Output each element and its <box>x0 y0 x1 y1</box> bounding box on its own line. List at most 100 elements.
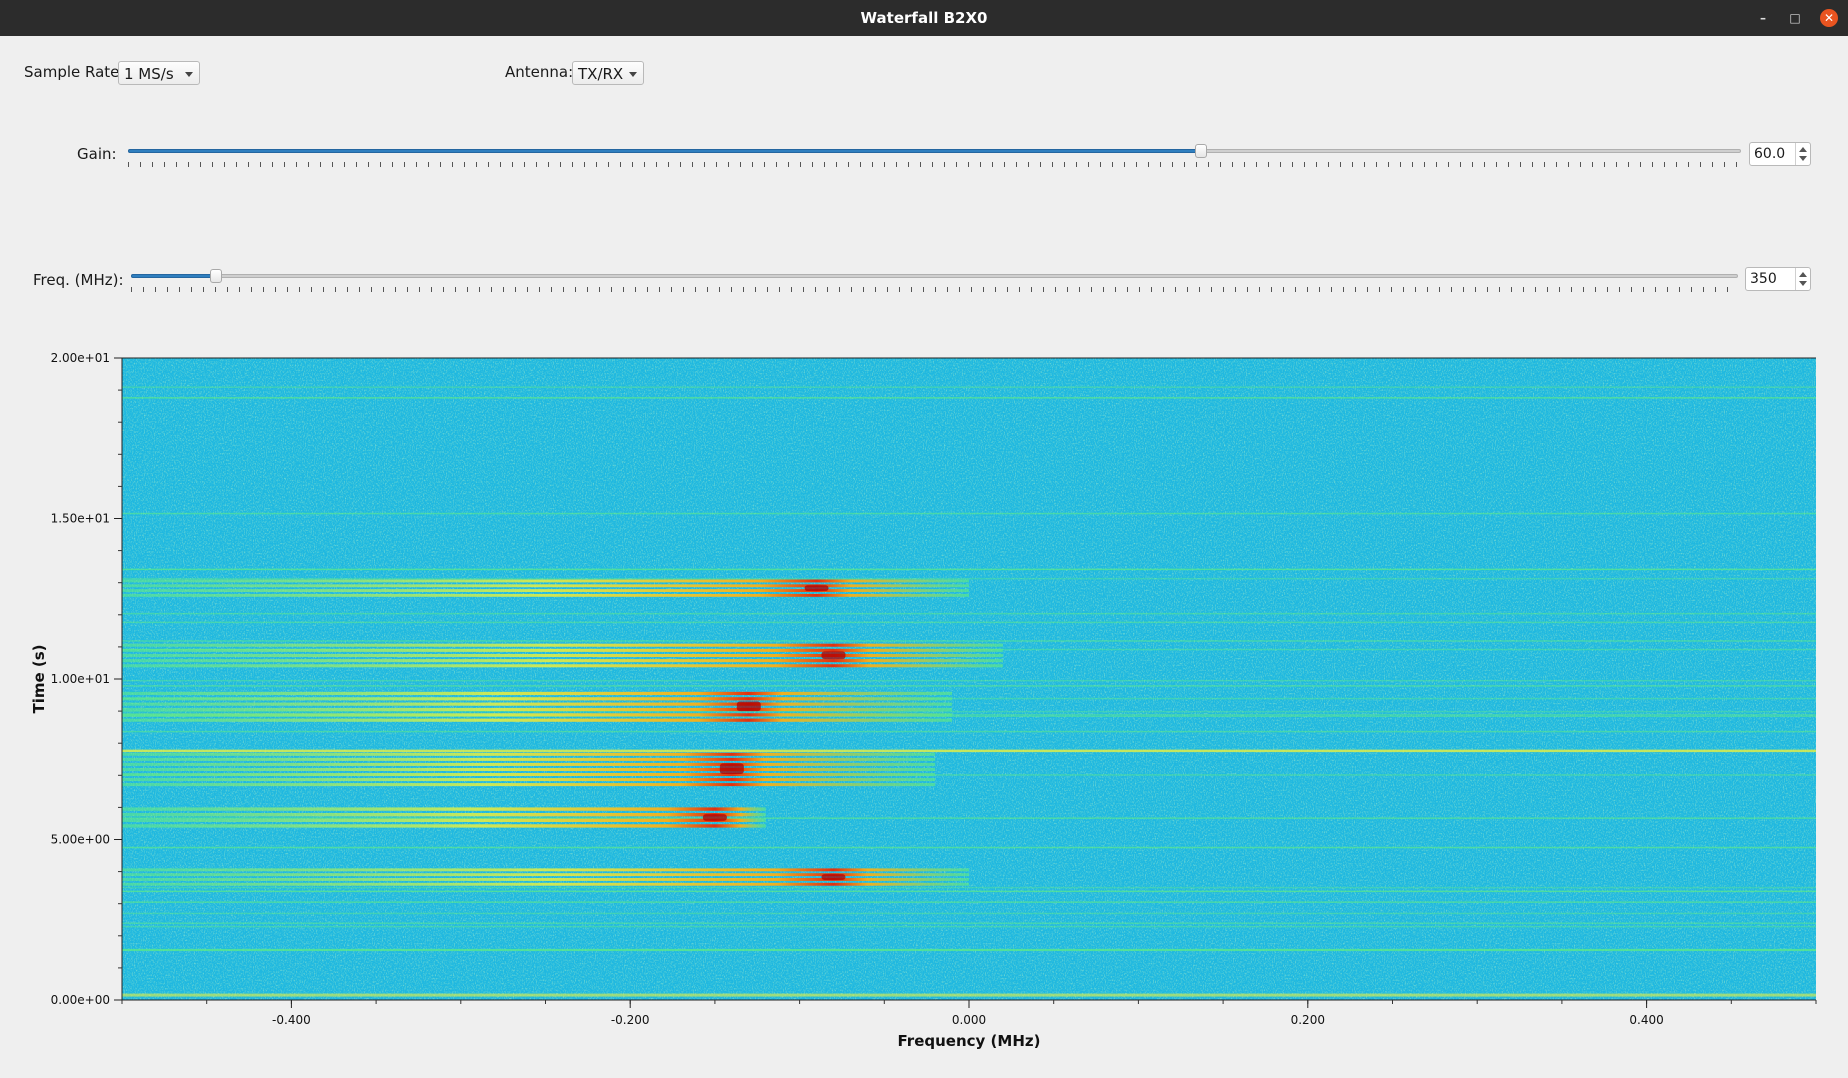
signal-burst-line <box>122 778 936 782</box>
freq-slider-fill <box>131 274 217 278</box>
antenna-label: Antenna: <box>505 63 574 81</box>
freq-slider-handle[interactable] <box>210 269 223 283</box>
chevron-down-icon <box>185 72 193 77</box>
signal-burst-peak <box>821 651 846 660</box>
y-tick-label: 0.00e+00 <box>51 993 110 1007</box>
gain-spinbox[interactable]: 60.0 <box>1749 142 1811 166</box>
gain-slider-fill <box>128 149 1201 153</box>
waterfall-row-line <box>122 925 1816 928</box>
waterfall-row-line <box>122 749 1816 753</box>
signal-burst-line <box>122 584 969 588</box>
x-tick-label: 0.400 <box>1629 1013 1663 1027</box>
antenna-combo[interactable]: TX/RX <box>572 61 644 85</box>
signal-burst-line <box>122 773 936 777</box>
signal-burst-line <box>122 713 953 717</box>
signal-burst-peak <box>736 701 761 712</box>
minimize-icon[interactable]: – <box>1754 9 1772 27</box>
waterfall-row-line <box>122 886 1816 889</box>
signal-burst-line <box>122 653 1003 658</box>
waterfall-row-line <box>122 922 1816 924</box>
waterfall-row-line <box>122 890 1816 893</box>
waterfall-row-line <box>122 901 1816 903</box>
signal-burst-line <box>122 813 766 817</box>
spin-up-icon[interactable] <box>1799 147 1807 152</box>
sample-rate-label: Sample Rate: <box>24 63 125 81</box>
waterfall-row-line <box>122 993 1816 997</box>
gain-label: Gain: <box>77 145 117 163</box>
gain-slider[interactable] <box>128 142 1741 167</box>
signal-burst-line <box>122 718 953 722</box>
waterfall-row-line <box>122 577 1816 580</box>
freq-spinbox[interactable]: 350 <box>1745 267 1811 291</box>
chevron-down-icon <box>629 72 637 77</box>
x-tick-label: -0.400 <box>272 1013 311 1027</box>
gain-slider-ticks <box>128 162 1741 167</box>
spin-down-icon[interactable] <box>1799 281 1807 286</box>
signal-burst-line <box>122 752 936 756</box>
signal-burst-line <box>122 882 969 886</box>
waterfall-row-line <box>122 846 1816 849</box>
waterfall-noise <box>122 358 1816 1000</box>
waterfall-row-line <box>122 612 1816 615</box>
signal-burst-peak <box>804 585 829 592</box>
signal-burst-line <box>122 664 1003 668</box>
freq-slider-groove <box>131 274 1738 278</box>
y-axis-label: Time (s) <box>30 644 48 713</box>
y-tick-label: 1.00e+01 <box>51 672 110 686</box>
sample-rate-value: 1 MS/s <box>124 65 174 83</box>
signal-burst-peak <box>702 814 727 821</box>
waterfall-row-line <box>122 568 1816 571</box>
signal-burst-line <box>122 589 969 593</box>
signal-burst-line <box>122 643 1003 647</box>
signal-burst-peak <box>821 874 846 880</box>
signal-burst-line <box>122 868 969 872</box>
waterfall-area[interactable] <box>122 358 1816 1000</box>
signal-burst-line <box>122 818 766 823</box>
y-tick-label: 2.00e+01 <box>51 351 110 365</box>
waterfall-row-line <box>122 948 1816 951</box>
signal-burst-line <box>122 579 969 583</box>
title-bar: Waterfall B2X0 – □ ✕ <box>0 0 1848 36</box>
waterfall-row-line <box>122 730 1816 733</box>
waterfall-row-line <box>122 679 1816 682</box>
signal-burst-line <box>122 707 953 712</box>
x-axis-label: Frequency (MHz) <box>898 1032 1041 1050</box>
x-tick-label: 0.000 <box>952 1013 986 1027</box>
signal-burst-line <box>122 807 766 811</box>
signal-burst-line <box>122 702 953 706</box>
x-tick-label: -0.200 <box>611 1013 650 1027</box>
x-tick-label: 0.200 <box>1291 1013 1325 1027</box>
signal-burst-line <box>122 762 936 766</box>
signal-burst-peak <box>719 763 744 775</box>
waterfall-row-line <box>122 386 1816 388</box>
y-tick-label: 1.50e+01 <box>51 512 110 526</box>
signal-burst-line <box>122 783 936 787</box>
signal-burst-line <box>122 767 936 771</box>
gain-slider-handle[interactable] <box>1194 144 1207 158</box>
signal-burst-line <box>122 691 953 696</box>
waterfall-row-line <box>122 621 1816 624</box>
freq-slider-ticks <box>131 287 1738 292</box>
y-tick-label: 5.00e+00 <box>51 833 110 847</box>
freq-label: Freq. (MHz): <box>33 271 124 289</box>
spin-up-icon[interactable] <box>1799 272 1807 277</box>
maximize-icon[interactable]: □ <box>1786 9 1804 27</box>
waterfall-row-line <box>122 912 1816 915</box>
waterfall-row-line <box>122 512 1816 515</box>
close-icon[interactable]: ✕ <box>1820 9 1838 27</box>
spin-down-icon[interactable] <box>1799 156 1807 161</box>
signal-burst-line <box>122 593 969 597</box>
window-title: Waterfall B2X0 <box>860 9 988 27</box>
freq-value: 350 <box>1750 271 1777 287</box>
signal-burst-line <box>122 697 953 701</box>
waterfall-row-line <box>122 640 1816 642</box>
signal-burst-line <box>122 824 766 828</box>
waterfall-row-line <box>122 685 1816 687</box>
antenna-value: TX/RX <box>578 65 624 83</box>
waterfall-plot[interactable]: -0.400 -0.200 0.000 0.200 0.400 0.00e+00 5.00e… <box>0 340 1848 1060</box>
signal-burst-line <box>122 757 936 761</box>
signal-burst-line <box>122 648 1003 652</box>
sample-rate-combo[interactable]: 1 MS/s <box>118 61 200 85</box>
gain-value: 60.0 <box>1754 146 1786 162</box>
freq-slider[interactable] <box>131 267 1738 292</box>
